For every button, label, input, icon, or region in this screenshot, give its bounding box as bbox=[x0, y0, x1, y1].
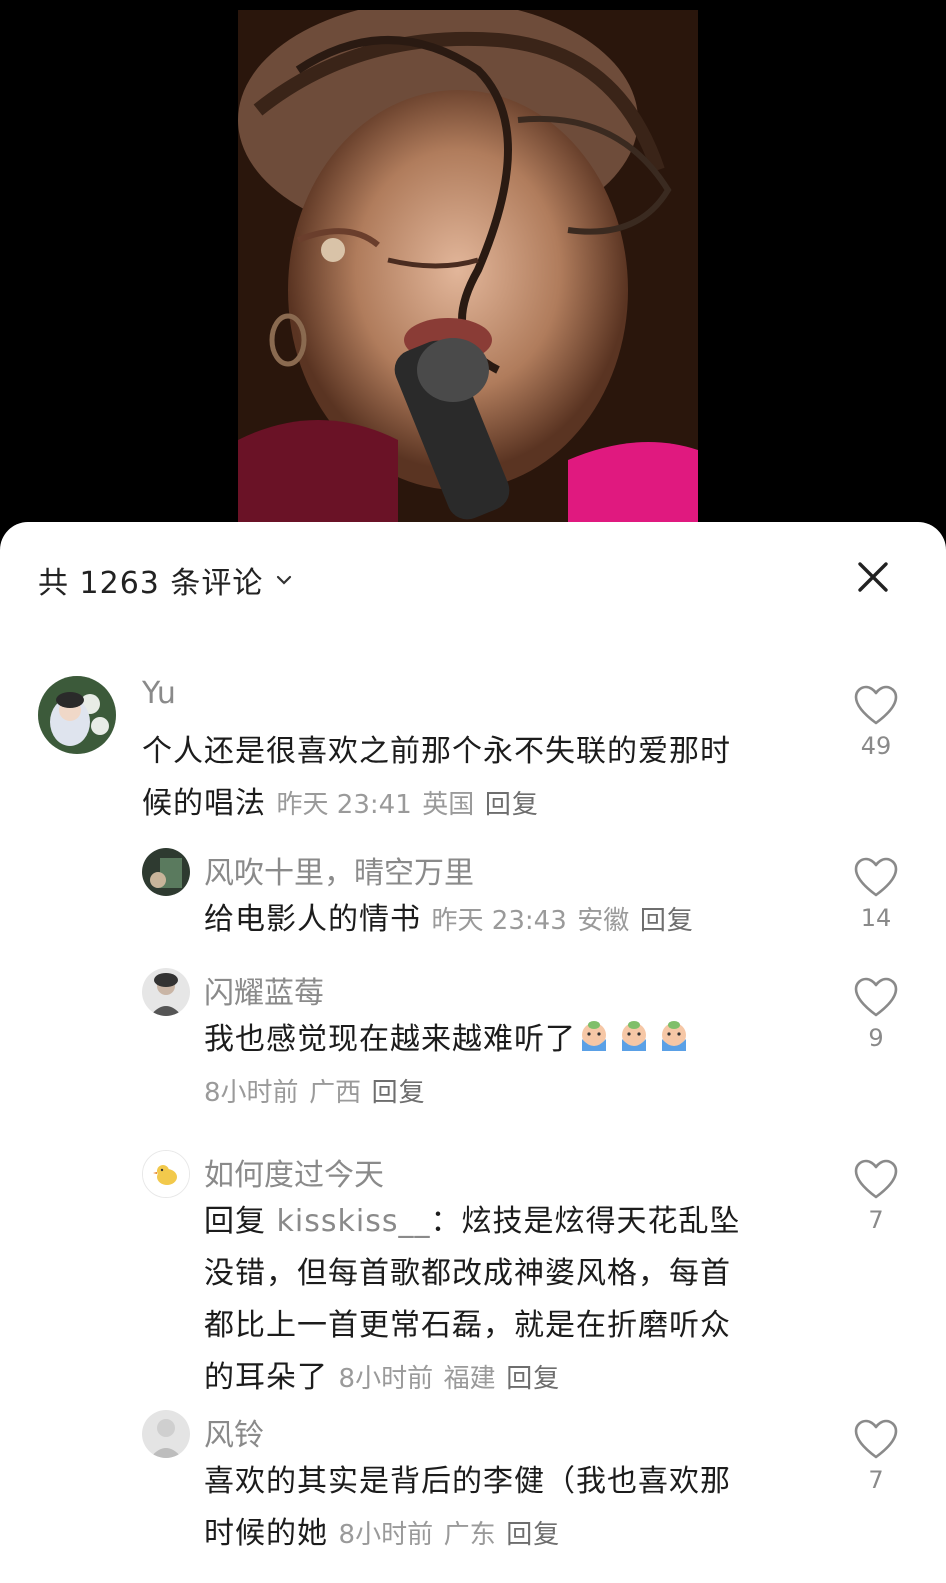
chevron-down-icon bbox=[277, 575, 292, 585]
heart-icon bbox=[854, 1159, 898, 1199]
comment-text-fragment: 我也感觉现在越来越难听了 bbox=[204, 1022, 576, 1057]
like-count: 9 bbox=[868, 1024, 884, 1052]
avatar[interactable] bbox=[142, 968, 190, 1016]
comment-count-title: 共 1263 条评论 bbox=[38, 566, 264, 601]
like-button[interactable]: 7 bbox=[846, 1418, 906, 1494]
comment-username[interactable]: 风铃 bbox=[204, 1410, 264, 1454]
reply-button[interactable]: 回复 bbox=[506, 1520, 560, 1550]
comment-location: 广东 bbox=[443, 1520, 496, 1550]
comment-location: 福建 bbox=[443, 1364, 496, 1394]
like-button[interactable]: 7 bbox=[846, 1158, 906, 1234]
comment-text-line: 没错，但每首歌都改成神婆风格，每首 bbox=[204, 1256, 731, 1291]
comment-text: 给电影人的情书 昨天 23:43 安徽 回复 bbox=[204, 894, 824, 947]
reply-button[interactable]: 回复 bbox=[640, 906, 694, 936]
comment-username[interactable]: 闪耀蓝莓 bbox=[204, 968, 324, 1012]
reply-colon: ： bbox=[430, 1204, 462, 1239]
avatar[interactable] bbox=[38, 676, 116, 754]
comment-text: 回复 kisskiss__：炫技是炫得天花乱坠 没错，但每首歌都改成神婆风格，每… bbox=[204, 1196, 824, 1405]
comment-time: 8小时前 bbox=[204, 1078, 299, 1108]
close-icon[interactable] bbox=[852, 556, 894, 598]
comment-text-line: 喜欢的其实是背后的李健（我也喜欢那 bbox=[204, 1464, 731, 1499]
comment-text-line: 8小时前 广西 回复 bbox=[204, 1066, 824, 1119]
comment-text-line: 回复 kisskiss__：炫技是炫得天花乱坠 bbox=[204, 1196, 824, 1248]
heart-icon bbox=[854, 977, 898, 1017]
like-button[interactable]: 14 bbox=[846, 856, 906, 932]
comment-text-line: 的耳朵了 8小时前 福建 回复 bbox=[204, 1352, 824, 1405]
comment-location: 安徽 bbox=[577, 906, 630, 936]
crying-emoji-group bbox=[576, 1021, 696, 1057]
comment-text: 我也感觉现在越来越难听了 8小时前 广西 回复 bbox=[204, 1014, 824, 1119]
like-button[interactable]: 49 bbox=[846, 684, 906, 760]
comment-text: 个人还是很喜欢之前那个永不失联的爱那时 候的唱法 昨天 23:41 英国 回复 bbox=[142, 726, 822, 831]
heart-icon bbox=[854, 1419, 898, 1459]
video-player[interactable] bbox=[0, 0, 946, 540]
like-count: 49 bbox=[860, 732, 892, 760]
comment-text-line: 都比上一首更常石磊，就是在折磨听众 bbox=[204, 1308, 731, 1343]
comment-count-header[interactable]: 共 1263 条评论 bbox=[38, 558, 295, 602]
comment-location: 英国 bbox=[422, 790, 475, 820]
like-button[interactable]: 9 bbox=[846, 976, 906, 1052]
comment-text-fragment: 给电影人的情书 bbox=[204, 902, 421, 937]
reply-target-username[interactable]: kisskiss__ bbox=[277, 1204, 431, 1239]
like-count: 14 bbox=[860, 904, 892, 932]
reply-prefix: 回复 bbox=[204, 1204, 266, 1239]
heart-icon bbox=[854, 857, 898, 897]
comment-text-fragment: 时候的她 bbox=[204, 1516, 328, 1551]
comment-sheet: 共 1263 条评论 Yu 个人还是很喜欢之前那个永不失联的爱那时 候的唱法 昨… bbox=[0, 522, 946, 1583]
crying-emoji-icon bbox=[662, 1021, 686, 1051]
crying-emoji-icon bbox=[582, 1021, 606, 1051]
reply-button[interactable]: 回复 bbox=[506, 1364, 560, 1394]
comment-time: 昨天 23:43 bbox=[431, 906, 567, 936]
heart-icon bbox=[854, 685, 898, 725]
comment-text: 喜欢的其实是背后的李健（我也喜欢那 时候的她 8小时前 广东 回复 bbox=[204, 1456, 824, 1561]
comment-time: 8小时前 bbox=[338, 1520, 434, 1550]
comment-text-fragment: 炫技是炫得天花乱坠 bbox=[461, 1204, 741, 1239]
comment-time: 8小时前 bbox=[338, 1364, 434, 1394]
crying-emoji-icon bbox=[622, 1021, 646, 1051]
reply-button[interactable]: 回复 bbox=[485, 790, 539, 820]
comment-text-line: 我也感觉现在越来越难听了 bbox=[204, 1014, 824, 1066]
video-frame bbox=[238, 10, 698, 522]
comment-username[interactable]: 如何度过今天 bbox=[204, 1150, 384, 1194]
avatar[interactable] bbox=[142, 1150, 190, 1198]
comment-text-line: 时候的她 8小时前 广东 回复 bbox=[204, 1508, 824, 1561]
comment-time: 昨天 23:41 bbox=[276, 790, 412, 820]
comment-location: 广西 bbox=[309, 1078, 362, 1108]
comment-text-line: 个人还是很喜欢之前那个永不失联的爱那时 bbox=[142, 734, 731, 769]
avatar[interactable] bbox=[142, 1410, 190, 1458]
comment-text-fragment: 候的唱法 bbox=[142, 786, 266, 821]
avatar[interactable] bbox=[142, 848, 190, 896]
like-count: 7 bbox=[868, 1206, 884, 1234]
comment-text-fragment: 的耳朵了 bbox=[204, 1360, 328, 1395]
reply-button[interactable]: 回复 bbox=[372, 1078, 426, 1108]
singer-image bbox=[238, 10, 698, 522]
comment-username[interactable]: Yu bbox=[142, 676, 176, 711]
comment-text-line: 候的唱法 昨天 23:41 英国 回复 bbox=[142, 778, 822, 831]
comment-username[interactable]: 风吹十里，晴空万里 bbox=[204, 848, 474, 892]
like-count: 7 bbox=[868, 1466, 884, 1494]
